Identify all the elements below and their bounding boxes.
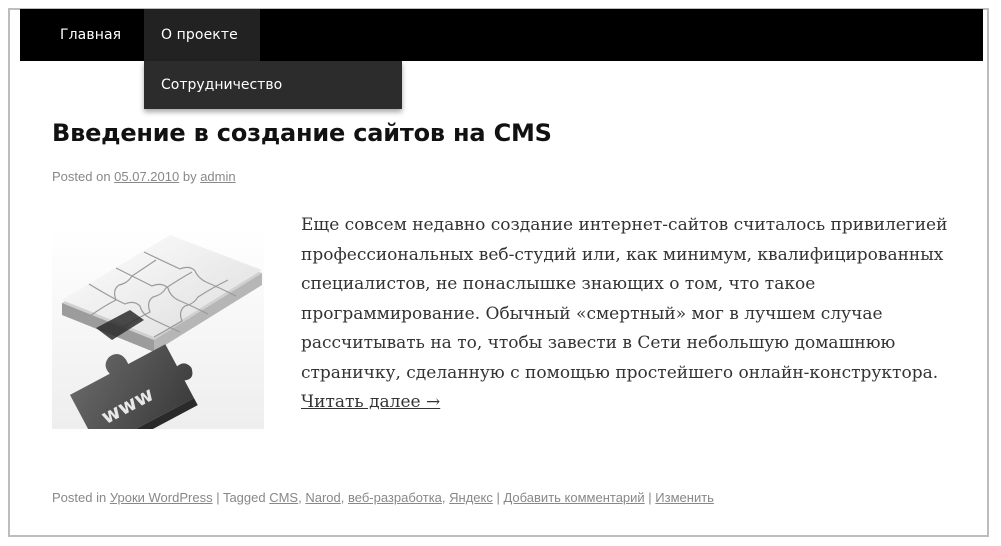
add-comment-link[interactable]: Добавить комментарий — [503, 490, 644, 505]
post-date-link[interactable]: 05.07.2010 — [114, 169, 179, 184]
post-title[interactable]: Введение в создание сайтов на CMS — [52, 119, 552, 147]
tag-link-narod[interactable]: Narod — [305, 490, 340, 505]
posted-on-label: Posted on — [52, 169, 115, 184]
post-footer: Posted in Уроки WordPress | Tagged CMS, … — [52, 490, 714, 505]
nav-item-home[interactable]: Главная — [52, 9, 129, 61]
separator: | — [212, 490, 223, 505]
separator: | — [644, 490, 656, 505]
tag-link-cms[interactable]: CMS — [269, 490, 298, 505]
tag-link-web-dev[interactable]: веб-разработка — [348, 490, 442, 505]
category-link[interactable]: Уроки WordPress — [110, 490, 213, 505]
posted-in-label: Posted in — [52, 490, 110, 505]
edit-link[interactable]: Изменить — [655, 490, 714, 505]
nav-item-about[interactable]: О проекте — [144, 9, 260, 61]
read-more-link[interactable]: Читать далее → — [301, 392, 440, 412]
tag-link-yandex[interactable]: Яндекс — [449, 490, 493, 505]
puzzle-www-icon: www — [52, 228, 264, 429]
submenu-item-cooperation[interactable]: Сотрудничество — [144, 61, 402, 109]
post-author-link[interactable]: admin — [200, 169, 235, 184]
post-excerpt: Еще совсем недавно создание интернет-сай… — [301, 215, 948, 383]
submenu-dropdown: Сотрудничество — [144, 61, 402, 109]
tagged-label: Tagged — [222, 490, 270, 505]
post-body: Еще совсем недавно создание интернет-сай… — [301, 211, 971, 418]
post-meta: Posted on 05.07.2010 by admin — [52, 169, 236, 184]
tag-separator: , — [340, 490, 348, 505]
by-label: by — [179, 169, 201, 184]
separator: | — [492, 490, 504, 505]
